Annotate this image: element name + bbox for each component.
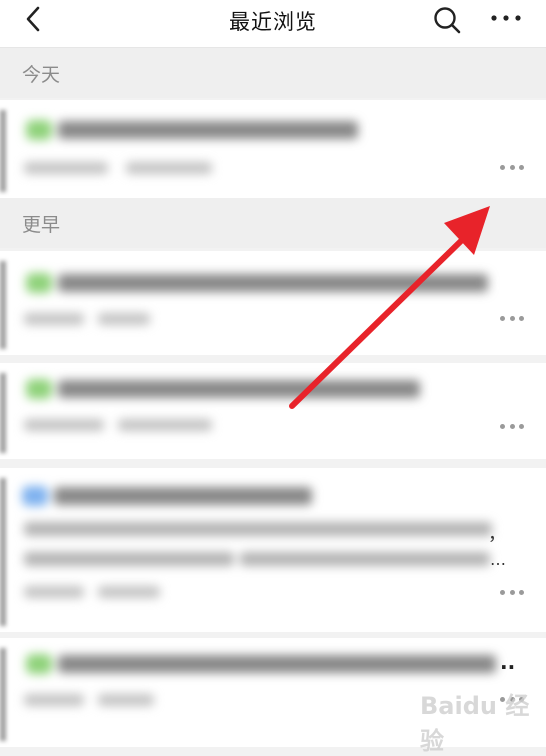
- history-item[interactable]: [0, 100, 546, 198]
- blurred-title: [58, 121, 358, 139]
- item-more-icon[interactable]: [500, 423, 524, 429]
- blue-badge-icon: [22, 486, 48, 506]
- green-badge-icon: [26, 120, 52, 140]
- blurred-meta: [98, 313, 150, 325]
- history-item[interactable]: [0, 363, 546, 459]
- blurred-summary: [24, 522, 492, 536]
- card-edge-shadow: [0, 373, 6, 453]
- section-label-today: 今天: [22, 64, 61, 86]
- card-edge-shadow: [0, 478, 6, 626]
- page-title: 最近浏览: [229, 10, 317, 34]
- search-icon[interactable]: [432, 5, 462, 35]
- blurred-meta: [24, 419, 104, 431]
- blurred-meta: [98, 586, 160, 598]
- blurred-meta: [118, 419, 212, 431]
- blurred-meta: [98, 694, 154, 706]
- blurred-meta: [24, 313, 84, 325]
- blurred-meta: [126, 162, 212, 174]
- card-edge-shadow: [0, 648, 6, 741]
- section-label-earlier: 更早: [22, 214, 61, 236]
- blurred-title: [58, 380, 420, 398]
- section-header-earlier: 更早: [0, 198, 546, 248]
- baidu-watermark: Baidu 经验: [420, 692, 530, 755]
- history-item[interactable]: [0, 251, 546, 355]
- blurred-meta: [24, 162, 108, 174]
- title-ellipsis: ..: [500, 650, 516, 674]
- blurred-title: [54, 487, 312, 505]
- summary-trailing-punctuation: ，: [488, 524, 506, 545]
- more-horizontal-icon[interactable]: [488, 8, 524, 28]
- green-badge-icon: [26, 654, 52, 674]
- blurred-meta: [24, 694, 84, 706]
- green-badge-icon: [26, 273, 52, 293]
- history-item[interactable]: ， …: [0, 468, 546, 632]
- blurred-summary: [24, 552, 234, 566]
- green-badge-icon: [26, 379, 52, 399]
- item-more-icon[interactable]: [500, 315, 524, 321]
- section-header-today: 今天: [0, 48, 546, 98]
- blurred-title: [58, 274, 488, 292]
- item-more-icon[interactable]: [500, 164, 524, 170]
- blurred-meta: [24, 586, 84, 598]
- item-more-icon[interactable]: [500, 589, 524, 595]
- blurred-title: [58, 655, 496, 673]
- card-edge-shadow: [0, 110, 6, 192]
- card-edge-shadow: [0, 261, 6, 349]
- blurred-summary: [240, 552, 490, 566]
- summary-ellipsis: …: [490, 550, 506, 569]
- top-navigation-bar: 最近浏览: [0, 0, 546, 48]
